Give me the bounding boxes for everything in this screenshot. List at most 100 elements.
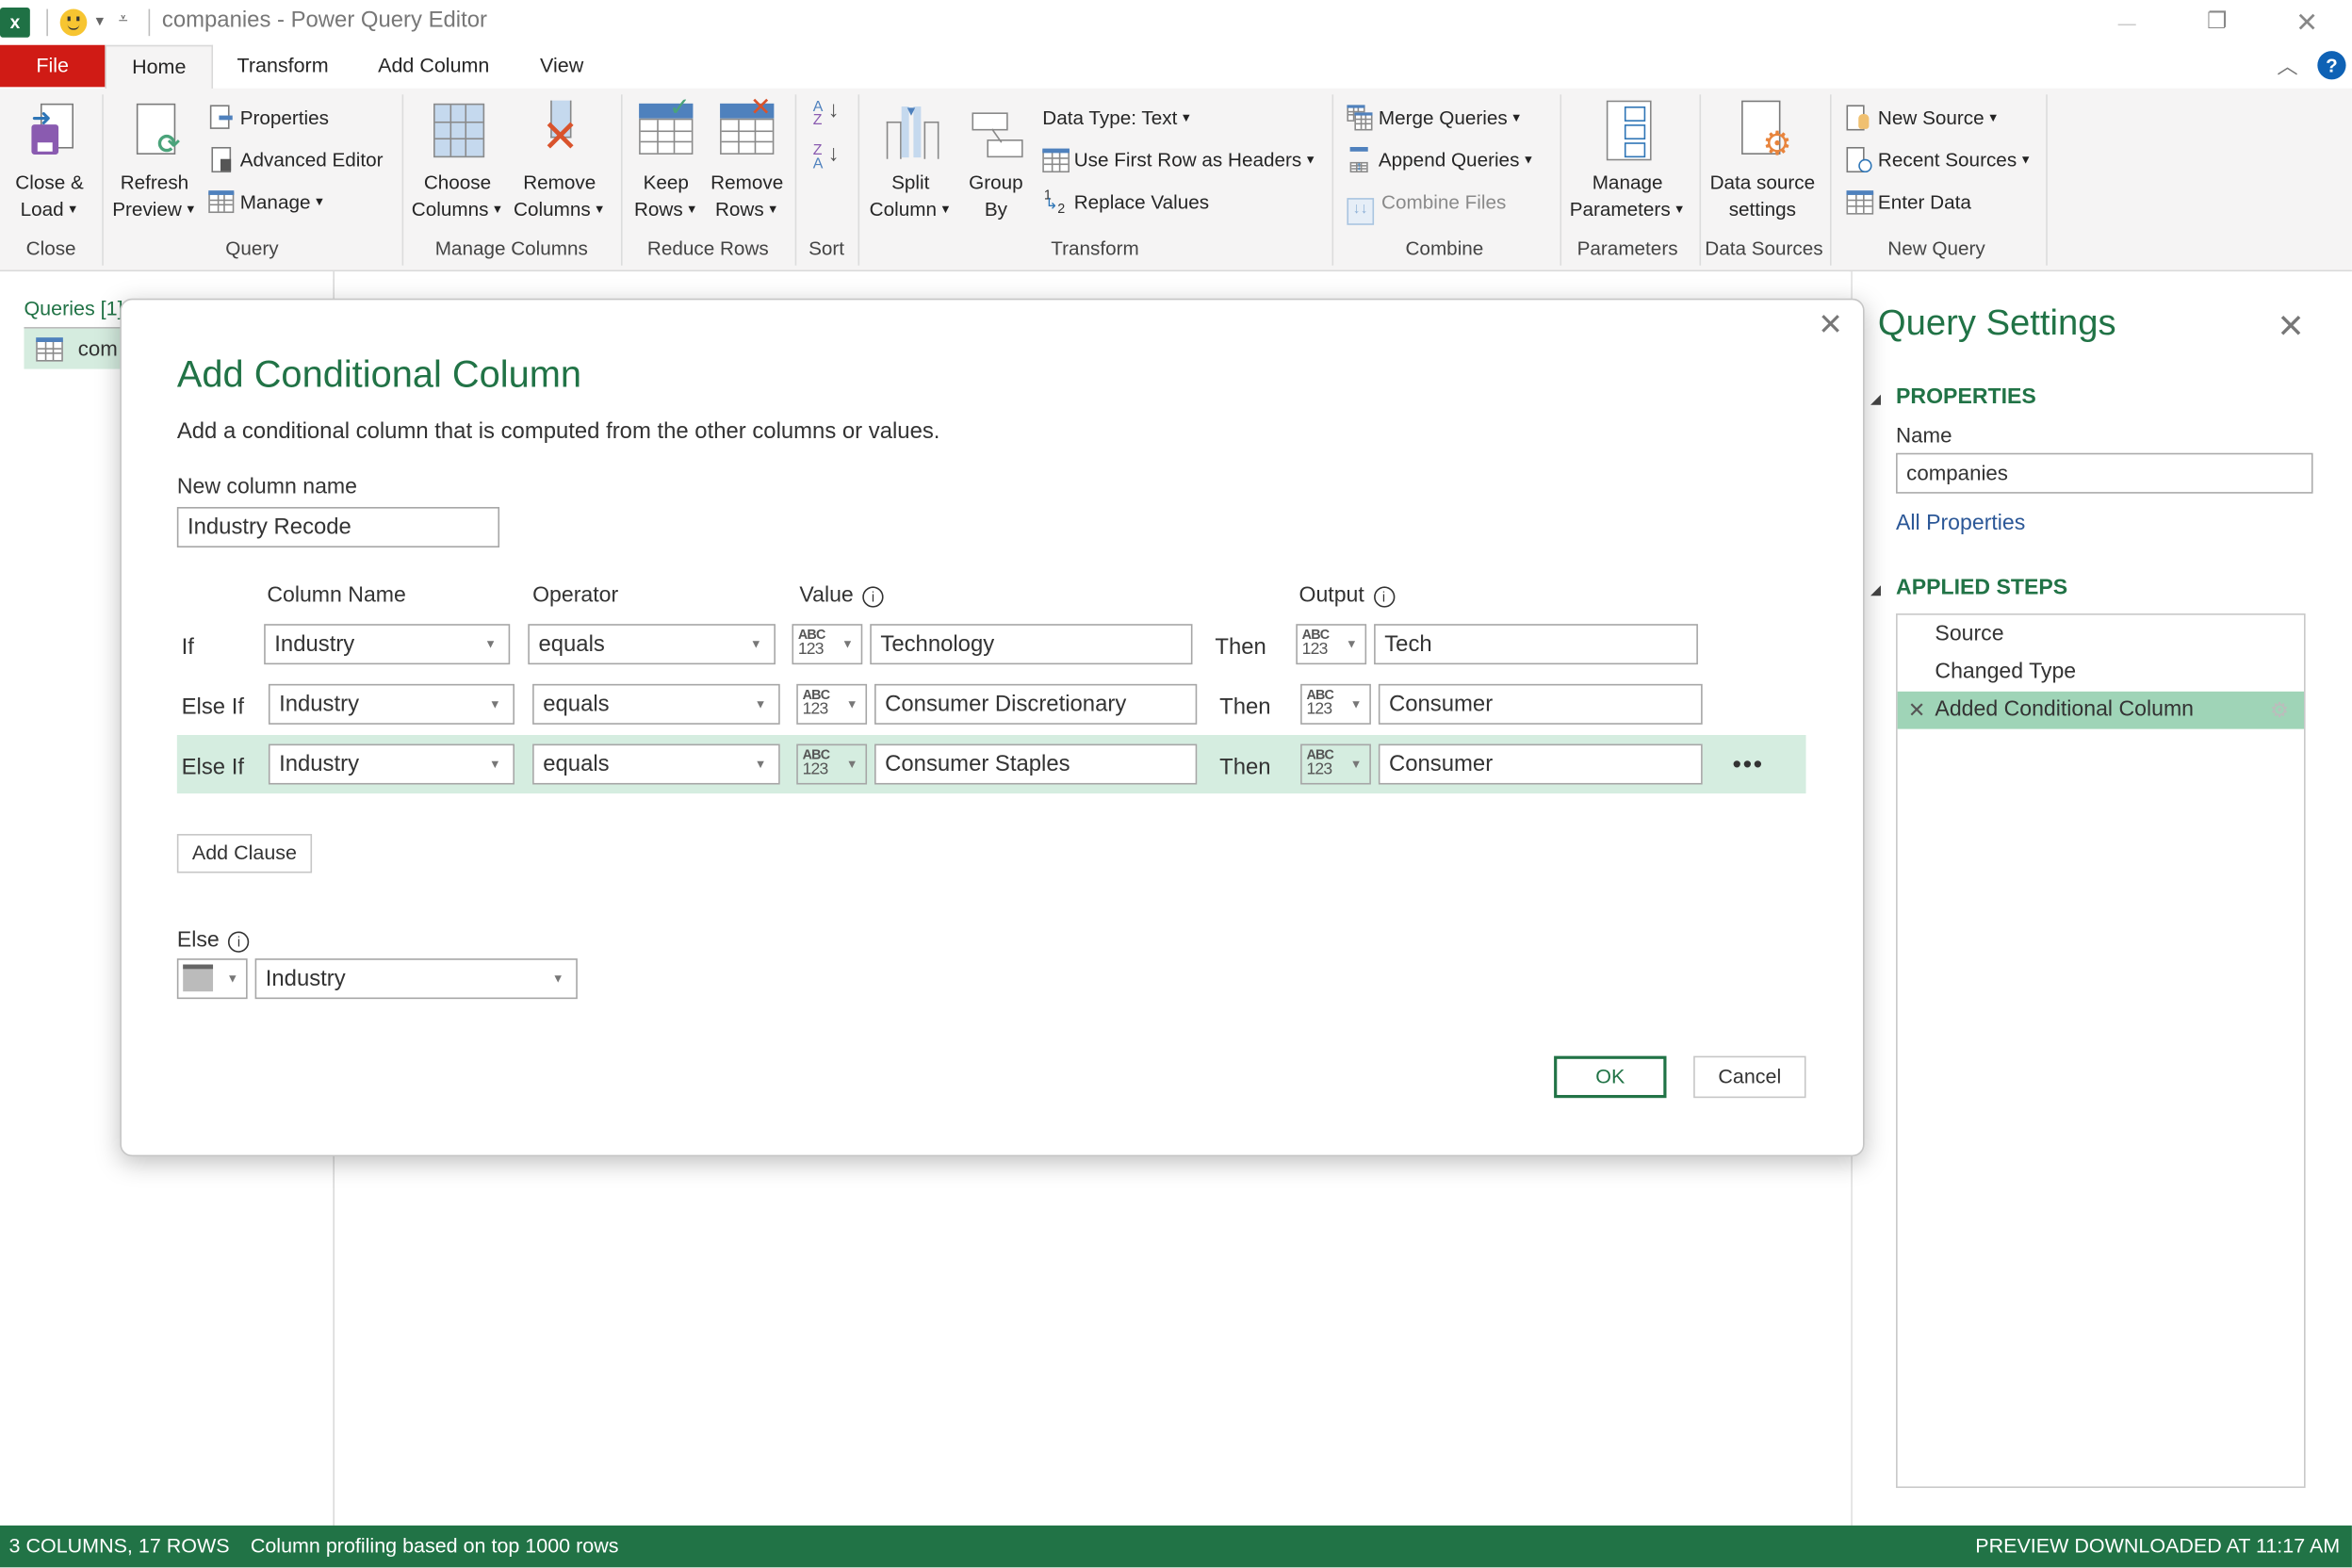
output-type-selector[interactable]: ABC 123 ▼ <box>1300 743 1371 785</box>
keep-rows-button[interactable]: ✓ Keep Rows ▼ <box>627 93 705 224</box>
chevron-down-icon: ▼ <box>754 697 767 711</box>
clause-output-input[interactable]: Consumer <box>1378 683 1703 725</box>
chevron-down-icon: ▼ <box>1345 637 1358 651</box>
all-properties-link[interactable]: All Properties <box>1896 512 2025 535</box>
info-icon[interactable]: i <box>1373 586 1395 608</box>
properties-button[interactable]: Properties <box>208 102 329 135</box>
output-type-selector[interactable]: ABC 123 ▼ <box>1296 624 1367 665</box>
clause-operator-dropdown[interactable]: equals ▼ <box>528 624 776 665</box>
enter-data-button[interactable]: Enter Data <box>1846 186 1971 219</box>
profiling-status[interactable]: Column profiling based on top 1000 rows <box>251 1526 619 1568</box>
combine-files-button[interactable]: ↓↓ Combine Files <box>1347 186 1506 225</box>
tab-file[interactable]: File <box>0 44 106 88</box>
append-queries-icon: ↕ <box>1347 146 1370 173</box>
ok-button[interactable]: OK <box>1554 1055 1667 1099</box>
dialog-close-icon[interactable]: ✕ <box>1818 306 1843 344</box>
sort-descending-icon[interactable]: Z A ↓ <box>813 142 843 177</box>
close-load-button[interactable]: ➜ Close & Load ▼ <box>6 101 92 224</box>
value-type-selector[interactable]: ABC 123 ▼ <box>796 683 868 725</box>
step-source[interactable]: Source <box>1898 616 2304 654</box>
help-icon[interactable]: ? <box>2317 51 2346 80</box>
tab-home[interactable]: Home <box>105 44 214 90</box>
output-header: Output i <box>1298 583 1395 608</box>
info-icon[interactable]: i <box>228 931 250 953</box>
value-header: Value i <box>799 583 884 608</box>
tab-add-column[interactable]: Add Column <box>352 45 514 88</box>
clause-column-dropdown[interactable]: Industry ▼ <box>268 743 514 785</box>
recent-sources-button[interactable]: Recent Sources ▼ <box>1846 144 2032 177</box>
new-column-name-label: New column name <box>176 475 357 500</box>
customize-quick-access-icon[interactable]: ⩡ <box>119 10 128 30</box>
info-icon[interactable]: i <box>862 586 884 608</box>
cancel-button[interactable]: Cancel <box>1693 1055 1806 1099</box>
new-source-button[interactable]: New Source ▼ <box>1846 102 1999 135</box>
manage-parameters-icon <box>1597 100 1658 164</box>
smiley-feedback-icon[interactable] <box>59 8 88 37</box>
new-column-name-input[interactable]: Industry Recode <box>176 507 500 548</box>
power-query-editor: x ▼ ⩡ companies - Power Query Editor ❐ ✕… <box>0 0 2352 1568</box>
collapse-ribbon-icon[interactable]: ︿ <box>2277 51 2297 81</box>
table-icon <box>36 337 63 362</box>
collapse-properties-icon[interactable]: ◢ <box>1870 391 1881 408</box>
clause-operator-dropdown[interactable]: equals ▼ <box>532 683 780 725</box>
append-queries-button[interactable]: ↕ Append Queries ▼ <box>1347 144 1534 177</box>
remove-rows-button[interactable]: ✕ Remove Rows ▼ <box>707 93 788 224</box>
clause-value-input[interactable]: Technology <box>870 624 1193 665</box>
collapse-applied-steps-icon[interactable]: ◢ <box>1870 582 1881 599</box>
restore-button[interactable]: ❐ <box>2187 3 2247 41</box>
group-label-combine: Combine <box>1405 237 1484 260</box>
split-column-icon: ▼ <box>880 101 940 164</box>
merge-queries-button[interactable]: Merge Queries ▼ <box>1347 102 1523 135</box>
tab-view[interactable]: View <box>514 45 609 88</box>
tab-transform[interactable]: Transform <box>211 45 353 88</box>
clause-output-input[interactable]: Tech <box>1374 624 1698 665</box>
split-column-button[interactable]: ▼ Split Column ▼ <box>864 101 957 224</box>
replace-values-button[interactable]: 1 ↳ 2 Replace Values <box>1042 186 1209 219</box>
sort-ascending-icon[interactable]: A Z ↓ <box>813 99 843 134</box>
else-type-selector[interactable]: ▼ <box>176 958 248 1000</box>
group-label-sort: Sort <box>808 237 845 260</box>
clause-value-input[interactable]: Consumer Staples <box>874 743 1198 785</box>
add-clause-button[interactable]: Add Clause <box>176 834 313 874</box>
group-by-icon <box>966 101 1026 164</box>
row-column-count: 3 COLUMNS, 17 ROWS <box>8 1534 230 1558</box>
close-query-settings-icon[interactable]: ✕ <box>2277 307 2304 346</box>
preview-downloaded-status: PREVIEW DOWNLOADED AT 11:17 AM <box>1975 1534 2341 1558</box>
close-window-button[interactable]: ✕ <box>2277 3 2337 41</box>
output-type-selector[interactable]: ABC 123 ▼ <box>1300 683 1371 725</box>
manage-parameters-button[interactable]: Manage Parameters ▼ <box>1566 100 1690 224</box>
close-load-icon: ➜ <box>20 101 80 164</box>
step-added-conditional-column[interactable]: ✕ Added Conditional Column ⚙ <box>1897 691 2305 729</box>
clause-output-input[interactable]: Consumer <box>1378 743 1703 785</box>
window-title: companies - Power Query Editor <box>161 7 487 34</box>
query-name-input[interactable]: companies <box>1896 452 2313 494</box>
step-changed-type[interactable]: Changed Type <box>1898 654 2304 692</box>
use-first-row-as-headers-button[interactable]: Use First Row as Headers ▼ <box>1042 144 1316 177</box>
manage-button[interactable]: Manage ▼ <box>208 186 325 219</box>
clause-column-dropdown[interactable]: Industry ▼ <box>268 683 514 725</box>
minimize-button[interactable] <box>2097 3 2157 41</box>
refresh-preview-button[interactable]: ⟳ Refresh Preview ▼ <box>108 101 202 224</box>
clause-value-input[interactable]: Consumer Discretionary <box>874 683 1198 725</box>
applied-steps-list <box>1896 613 2306 1489</box>
clause-column-dropdown[interactable]: Industry ▼ <box>264 624 511 665</box>
data-source-settings-icon: ⚙ <box>1733 100 1793 164</box>
clause-label: If <box>181 634 194 661</box>
else-column-dropdown[interactable]: Industry ▼ <box>254 958 578 1000</box>
choose-columns-button[interactable]: Choose Columns ▼ <box>408 101 507 224</box>
remove-rows-icon: ✕ <box>717 93 777 164</box>
group-by-button[interactable]: Group By <box>960 101 1032 224</box>
step-settings-gear-icon[interactable]: ⚙ <box>2270 692 2289 729</box>
delete-step-icon[interactable]: ✕ <box>1908 692 1926 729</box>
data-source-settings-button[interactable]: ⚙ Data source settings <box>1704 100 1821 224</box>
column-name-header: Column Name <box>267 583 406 608</box>
value-type-selector[interactable]: ABC 123 ▼ <box>792 624 863 665</box>
clause-more-options-icon[interactable]: ••• <box>1733 750 1764 780</box>
clause-operator-dropdown[interactable]: equals ▼ <box>532 743 780 785</box>
value-type-selector[interactable]: ABC 123 ▼ <box>796 743 868 785</box>
smiley-dropdown-icon[interactable]: ▼ <box>93 13 106 28</box>
remove-columns-button[interactable]: ✕ Remove Columns ▼ <box>510 100 609 224</box>
data-type-dropdown[interactable]: Data Type: Text ▼ <box>1042 102 1192 135</box>
advanced-editor-button[interactable]: Advanced Editor <box>208 144 384 177</box>
query-name: com <box>77 335 118 361</box>
